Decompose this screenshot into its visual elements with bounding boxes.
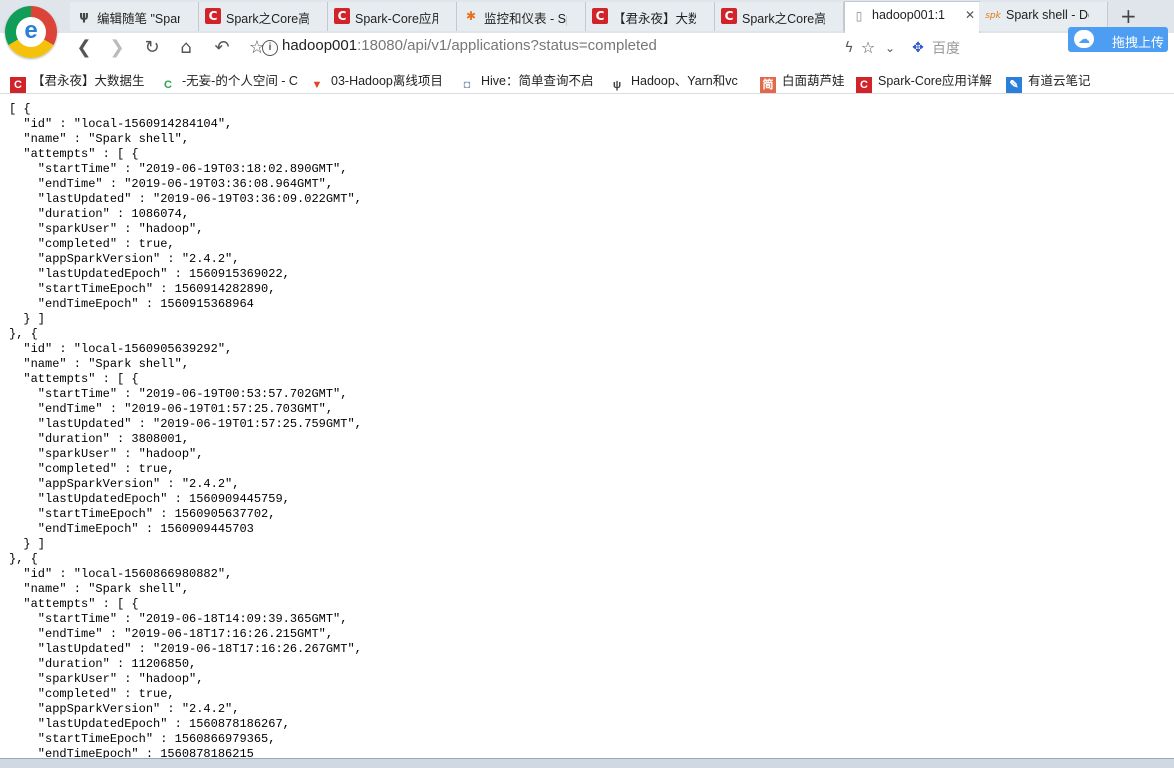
bookmark-label: Hadoop、Yarn和vc xyxy=(631,74,738,88)
youdao-icon: ✎ xyxy=(1006,77,1022,93)
bookmark-item[interactable]: C 【君永夜】大数据生 xyxy=(10,70,152,93)
search-engine-field[interactable]: 百度 xyxy=(932,38,960,58)
grafana-icon: ✱ xyxy=(465,9,477,23)
tab-strip: e ψ 编辑随笔 "Spark之 C Spark之Core高级 C Spark-… xyxy=(0,0,1174,58)
json-response-text: [ { "id" : "local-1560914284104", "name"… xyxy=(9,102,362,758)
csdn-icon: C xyxy=(10,77,26,93)
url-host: hadoop001 xyxy=(282,37,358,54)
page-content: [ { "id" : "local-1560914284104", "name"… xyxy=(0,94,1174,758)
url-path: :18080/api/v1/applications?status=comple… xyxy=(357,37,657,54)
new-tab-button[interactable]: + xyxy=(1120,4,1137,28)
baidu-paw-icon: ✥ xyxy=(912,40,924,56)
forward-button[interactable]: ❯ xyxy=(105,35,129,61)
bookmark-label: Spark-Core应用详解 xyxy=(878,74,992,88)
bookmark-label: Hive：简单查询不启 xyxy=(481,74,594,88)
spark-icon: spk xyxy=(985,11,1001,21)
tab-spark-core-app[interactable]: C Spark-Core应用详 xyxy=(328,2,457,31)
bookmark-label: 白面葫芦娃 xyxy=(782,74,845,88)
jianshu-icon: 简 xyxy=(760,77,776,93)
close-icon[interactable]: ✕ xyxy=(965,8,975,22)
bookmark-item[interactable]: ▼ 03-Hadoop离线项目 xyxy=(309,70,451,93)
bookmarks-bar: C 【君永夜】大数据生 C -无妄-的个人空间 - C ▼ 03-Hadoop离线项目… xyxy=(0,63,1174,94)
back-button[interactable]: ❮ xyxy=(72,35,96,61)
tab-label: Spark shell - Det xyxy=(1006,8,1089,22)
hive-icon: ◘ xyxy=(463,79,471,91)
tab-label: 监控和仪表 - Spar xyxy=(484,12,567,26)
csdn-icon: C xyxy=(334,8,350,24)
feather-icon: ψ xyxy=(612,79,622,91)
bookmark-label: 有道云笔记 xyxy=(1028,74,1091,88)
tab-label: hadoop001:1 xyxy=(872,8,945,22)
url-field[interactable]: hadoop001:18080/api/v1/applications?stat… xyxy=(282,37,657,54)
csdn-icon: C xyxy=(721,8,737,24)
cloud-upload-label: 拖拽上传 xyxy=(1112,35,1165,50)
csdn-icon: C xyxy=(856,77,872,93)
reload-button[interactable]: ↻ xyxy=(140,35,164,61)
cloud-icon: ☁ xyxy=(1074,30,1094,48)
gitlab-icon: ▼ xyxy=(311,79,323,91)
bookmark-label: 【君永夜】大数据生 xyxy=(32,74,145,88)
tab-label: Spark-Core应用详 xyxy=(355,12,438,26)
tab-big-data[interactable]: C 【君永夜】大数据 xyxy=(586,2,715,31)
tab-label: 编辑随笔 "Spark之 xyxy=(97,12,180,26)
bookmark-item[interactable]: C Spark-Core应用详解 xyxy=(856,70,996,93)
chevron-down-icon[interactable]: ⌄ xyxy=(878,35,902,61)
bookmark-label: -无妄-的个人空间 - C xyxy=(182,74,298,88)
bookmark-label: 03-Hadoop离线项目 xyxy=(331,74,443,88)
bookmark-item[interactable]: ◘ Hive：简单查询不启 xyxy=(459,70,595,93)
tab-monitoring[interactable]: ✱ 监控和仪表 - Spar xyxy=(457,2,586,31)
tab-label: Spark之Core高级 xyxy=(742,12,825,26)
bookmark-item[interactable]: ✎ 有道云笔记 xyxy=(1006,70,1106,93)
bookmark-item[interactable]: C -无妄-的个人空间 - C xyxy=(160,70,300,93)
home-button[interactable]: ⌂ xyxy=(174,35,198,61)
feather-icon: ψ xyxy=(79,9,89,23)
cloud-upload-button[interactable]: ☁ 拖拽上传 xyxy=(1068,27,1168,52)
navigation-bar: ❮ ❯ ↻ ⌂ ↶ ☆ i hadoop001:18080/api/v1/app… xyxy=(0,33,1174,63)
tab-blog-editor[interactable]: ψ 编辑随笔 "Spark之 xyxy=(70,2,199,31)
tab-label: 【君永夜】大数据 xyxy=(613,12,696,26)
csdn-icon: C xyxy=(205,8,221,24)
tab-hadoop-api[interactable]: ▯ hadoop001:1 ✕ xyxy=(844,1,980,33)
browser-logo-icon[interactable]: e xyxy=(5,6,57,58)
document-icon: ▯ xyxy=(855,9,863,23)
tab-spark-core-advanced-2[interactable]: C Spark之Core高级 xyxy=(715,2,844,31)
csdn-icon: C xyxy=(592,8,608,24)
undo-close-button[interactable]: ↶ xyxy=(210,35,234,61)
c-green-icon: C xyxy=(164,79,172,91)
bookmark-item[interactable]: ψ Hadoop、Yarn和vc xyxy=(609,70,747,93)
site-info-icon[interactable]: i xyxy=(262,40,278,56)
favorite-star-icon[interactable]: ☆ xyxy=(856,35,880,61)
tab-spark-core-advanced[interactable]: C Spark之Core高级 xyxy=(199,2,328,31)
bookmark-item[interactable]: 简白面葫芦娃 xyxy=(760,70,850,93)
tab-label: Spark之Core高级 xyxy=(226,12,309,26)
